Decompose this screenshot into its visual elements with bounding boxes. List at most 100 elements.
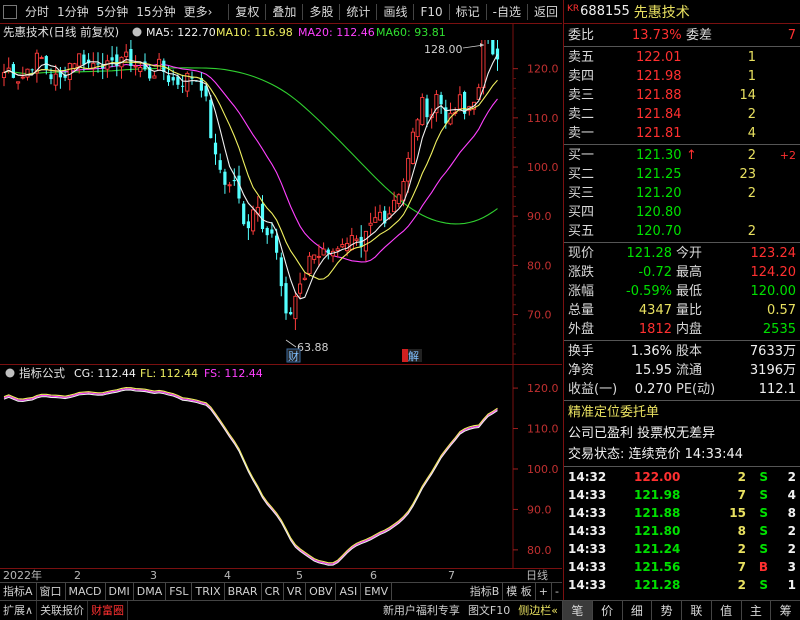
side-tab-value[interactable]: 值 [710, 600, 741, 620]
side-tab-chips[interactable]: 筹 [770, 600, 800, 620]
divider [564, 466, 800, 467]
candle-body [242, 203, 246, 225]
toolbar-separator [265, 3, 267, 20]
quote-value: 2535 [762, 322, 796, 337]
period-label[interactable]: 日线 [526, 569, 548, 583]
ask-row[interactable]: 卖二 121.84 2 [564, 105, 800, 124]
indicator-chart[interactable]: 120.0 110.0 100.0 90.0 80.0 指标公式 CG: 112.44 … [0, 364, 562, 568]
toolbar-btn-unwatch[interactable]: -自选 [489, 1, 525, 23]
toolbar-btn-back[interactable]: 返回 [530, 1, 562, 23]
toolbar-btn-mark[interactable]: 标记 [452, 1, 484, 23]
indicator-axis-label: 120.0 [527, 382, 559, 395]
side-tab-trend[interactable]: 势 [651, 600, 681, 620]
tab-fsl[interactable]: FSL [166, 582, 193, 601]
tab-indicator-a[interactable]: 指标A [0, 582, 37, 601]
tab-obv[interactable]: OBV [306, 582, 337, 601]
candle-body [349, 235, 354, 251]
side-tab-link[interactable]: 联 [681, 600, 711, 620]
toolbar-btn-more[interactable]: 更多› [180, 1, 217, 23]
bid-row[interactable]: 买三 121.20 2 [564, 184, 800, 203]
side-tab-main[interactable]: 主 [740, 600, 771, 620]
cai-event-marker[interactable]: 财 [286, 348, 301, 363]
side-tab-trades[interactable]: 笔 [562, 600, 592, 620]
tab-remove[interactable]: - [552, 583, 562, 601]
sidebar-toggle-link[interactable]: 侧边栏« [514, 601, 562, 620]
f10-graphic-link[interactable]: 图文F10 [464, 601, 514, 620]
toolbar-btn-15min[interactable]: 15分钟 [132, 1, 179, 23]
ask-row[interactable]: 卖五 122.01 1 [564, 48, 800, 67]
ask-row[interactable]: 卖一 121.81 4 [564, 124, 800, 143]
tab-window[interactable]: 窗口 [37, 582, 66, 601]
toolbar-btn-f10[interactable]: F10 [416, 1, 446, 23]
tick-row[interactable]: 14:33 121.88 15 S 8 [564, 504, 800, 522]
tab-indicator-b[interactable]: 指标B [467, 582, 504, 601]
price-axis-label: 120.0 [527, 63, 559, 76]
side-tab-price[interactable]: 价 [591, 600, 622, 620]
toolbar-btn-5min[interactable]: 5分钟 [93, 1, 133, 23]
toolbar-btn-stats[interactable]: 统计 [342, 1, 374, 23]
bid-volume: 2 [747, 186, 756, 201]
tab-template[interactable]: 模 板 [503, 582, 536, 601]
candle-body [96, 63, 100, 65]
toolbar-btn-1min[interactable]: 1分钟 [53, 1, 93, 23]
stock-name[interactable]: 先惠技术 [634, 2, 690, 22]
tab-macd[interactable]: MACD [66, 582, 106, 601]
related-quote-button[interactable]: 关联报价 [37, 600, 89, 620]
weibi-label: 委比 [568, 28, 595, 43]
wealth-circle-button[interactable]: 财富圈 [88, 600, 129, 620]
tick-row[interactable]: 14:33 121.98 7 S 4 [564, 486, 800, 504]
candle-body [396, 194, 401, 204]
side-tab-detail[interactable]: 细 [621, 600, 652, 620]
tick-price: 121.28 [634, 578, 681, 592]
tab-asi[interactable]: ASI [336, 582, 362, 601]
tick-row[interactable]: 14:33 121.56 7 B 3 [564, 558, 800, 576]
candle-body [326, 249, 330, 254]
stock-code[interactable]: 688155 [580, 4, 630, 19]
candle-body [1, 72, 7, 78]
ask-label: 卖五 [568, 50, 595, 65]
bid-row[interactable]: 买二 121.25 23 [564, 165, 800, 184]
candle-body [157, 58, 162, 71]
tick-row[interactable]: 14:32 122.00 2 S 2 [564, 468, 800, 486]
bid-row[interactable]: 买五 120.70 2 [564, 222, 800, 241]
quote-value: 121.28 [626, 246, 673, 261]
bid-row[interactable]: 买一 121.30 ↑ 2 +2 [564, 146, 800, 165]
panel-toggle-box[interactable] [3, 4, 17, 19]
jie-event-marker[interactable]: 解 [402, 349, 422, 363]
ma20-legend: MA20: 112.46 [298, 26, 375, 39]
ask-row[interactable]: 卖三 121.88 14 [564, 86, 800, 105]
new-user-benefit-link[interactable]: 新用户福利专享 [379, 601, 464, 620]
indicator-settings-icon[interactable] [5, 368, 15, 378]
toolbar-btn-overlay[interactable]: 叠加 [268, 1, 300, 23]
bid-row[interactable]: 买四 120.80 [564, 203, 800, 222]
tick-row[interactable]: 14:33 121.28 2 S 1 [564, 576, 800, 594]
expand-button[interactable]: 扩展∧ [0, 600, 38, 620]
tab-trix[interactable]: TRIX [192, 582, 225, 601]
tick-row[interactable]: 14:33 121.24 2 S 2 [564, 540, 800, 558]
tick-volume: 8 [737, 524, 746, 538]
toolbar-btn-draw[interactable]: 画线 [379, 1, 411, 23]
tab-vr[interactable]: VR [284, 582, 307, 601]
tab-brar[interactable]: BRAR [225, 582, 262, 601]
ask-row[interactable]: 卖四 121.98 1 [564, 67, 800, 86]
tab-emv[interactable]: EMV [361, 582, 393, 601]
tick-row[interactable]: 14:33 121.80 8 S 2 [564, 522, 800, 540]
precise-order-link[interactable]: 精准定位委托单 [564, 402, 800, 423]
tab-dma[interactable]: DMA [134, 582, 167, 601]
tab-cr[interactable]: CR [262, 582, 284, 601]
tab-dmi[interactable]: DMI [106, 582, 134, 601]
stats-row: 收益(一) 0.270 PE(动) 112.1 [564, 380, 800, 399]
tick-side: S [759, 578, 768, 592]
settings-dot-icon[interactable] [132, 27, 142, 37]
toolbar-btn-multi[interactable]: 多股 [305, 1, 337, 23]
toolbar-btn-intraday[interactable]: 分时 [21, 1, 53, 23]
tick-volume: 2 [737, 470, 746, 484]
tab-add[interactable]: + [536, 582, 553, 601]
tick-list[interactable]: 14:32 122.00 2 S 2 14:33 121.98 7 S 4 14:33 121.88 1… [564, 468, 800, 594]
toolbar-btn-adjust[interactable]: 复权 [231, 1, 263, 23]
candlestick-chart[interactable]: 120.0 110.0 100.0 90.0 80.0 70.0 先惠技术(日线 前复权)… [0, 24, 562, 364]
divider [564, 144, 800, 145]
bid-label: 买一 [568, 148, 595, 163]
quote-label: 量比 [676, 303, 703, 318]
ask-label: 卖一 [568, 126, 595, 141]
